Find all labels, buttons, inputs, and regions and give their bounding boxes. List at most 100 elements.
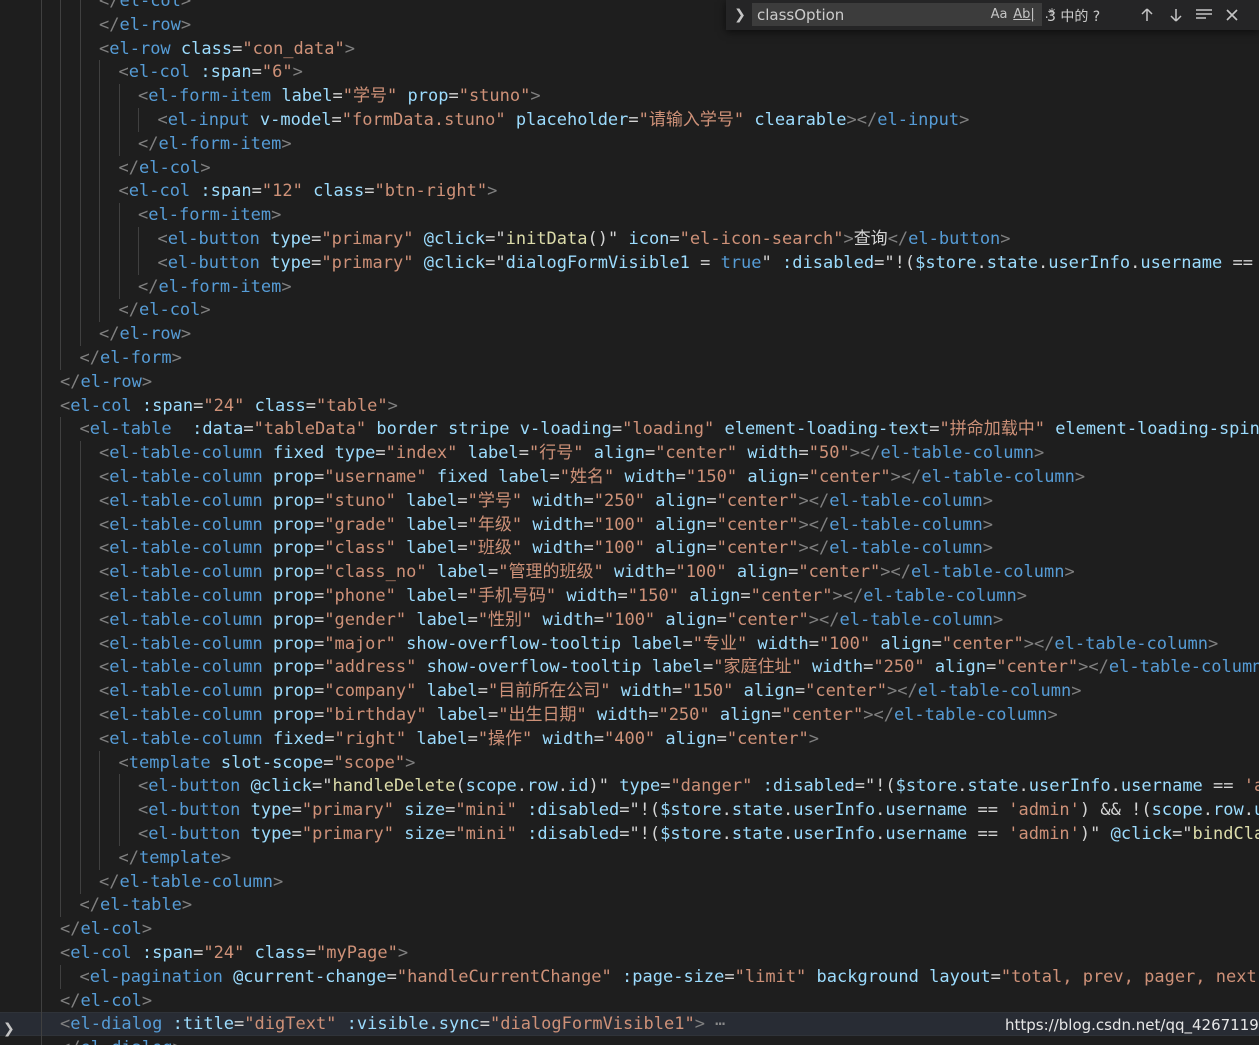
code-line[interactable]: </el-row> [0, 322, 1259, 347]
code-line[interactable]: <el-table-column prop="phone" label="手机号… [0, 584, 1259, 608]
code-token: . [1243, 800, 1254, 821]
indent-guide [138, 250, 139, 275]
whole-word-button[interactable]: Ab| [1013, 6, 1035, 24]
find-in-selection-button[interactable] [1193, 3, 1215, 27]
code-token: < [99, 633, 110, 654]
code-line[interactable]: <el-pagination @current-change="handleCu… [0, 964, 1259, 989]
code-line[interactable]: <el-row class="con_data"> [0, 36, 1259, 61]
code-line[interactable]: </el-dialog> [0, 1036, 1259, 1045]
code-line[interactable]: </el-form-item> [0, 274, 1259, 299]
code-token: label [416, 609, 468, 630]
code-line[interactable]: <el-table-column fixed="right" label="操作… [0, 726, 1259, 751]
code-line[interactable]: <el-table-column prop="gender" label="性别… [0, 607, 1259, 632]
code-token: </ [118, 157, 139, 178]
code-token: ></ [880, 562, 911, 583]
code-line[interactable]: <el-button type="primary" size="mini" :d… [0, 822, 1259, 846]
indent-guide [40, 726, 42, 751]
code-line[interactable]: <el-button type="primary" @click="dialog… [0, 250, 1259, 275]
code-line[interactable]: <el-col :span="12" class="btn-right"> [0, 179, 1259, 204]
code-token: :disabled [527, 824, 620, 844]
match-case-button[interactable]: Aa [989, 6, 1009, 24]
find-input-box: Aa Ab| .* [752, 3, 1055, 26]
code-line[interactable]: <el-table-column prop="address" show-ove… [0, 655, 1259, 680]
code-line[interactable]: <el-button @click="handleDelete(scope.ro… [0, 774, 1259, 799]
code-line[interactable]: <el-table-column prop="grade" label="年级"… [0, 512, 1259, 537]
code-line[interactable]: <el-table-column prop="stuno" label="学号"… [0, 488, 1259, 513]
code-line[interactable]: </el-col> [0, 917, 1259, 942]
code-token: = [311, 229, 322, 249]
code-text: <el-table-column prop="birthday" label="… [99, 703, 1058, 727]
code-line[interactable]: </el-col> [0, 988, 1259, 1013]
toggle-replace-button[interactable]: ❯ [732, 4, 748, 26]
code-line[interactable]: <el-table-column prop="major" show-overf… [0, 631, 1259, 656]
code-line[interactable]: </el-col> [0, 298, 1259, 323]
code-token: )" [1079, 824, 1101, 844]
code-line[interactable]: <el-form-item> [0, 203, 1259, 228]
code-line[interactable]: <el-table-column prop="class_no" label="… [0, 560, 1259, 585]
code-line[interactable]: <el-col :span="6"> [0, 60, 1259, 85]
code-token: "请输入学号" [638, 110, 745, 130]
code-token: = [445, 800, 456, 821]
code-editor[interactable]: </el-col> </el-row> <el-row class="con_dat… [0, 0, 1259, 1045]
code-line[interactable]: <el-col :span="24" class="table"> [0, 393, 1259, 418]
code-token: border [376, 419, 438, 440]
code-token: show-overflow-tooltip [426, 657, 642, 678]
code-token: = [323, 752, 334, 773]
code-token: "table" [316, 395, 388, 416]
code-token: :span [141, 395, 194, 416]
code-token: = [467, 728, 478, 749]
code-line[interactable]: </el-row> [0, 369, 1259, 394]
code-line[interactable]: </el-col> [0, 155, 1259, 180]
code-line[interactable]: <el-col :span="24" class="myPage"> [0, 941, 1259, 965]
code-line[interactable]: <el-table :data="tableData" border strip… [0, 417, 1259, 442]
code-line[interactable]: <el-table-column prop="birthday" label="… [0, 703, 1259, 727]
code-line[interactable]: <el-button type="primary" @click="initDa… [0, 227, 1259, 251]
code-token: width [542, 609, 594, 630]
code-line[interactable]: </el-table-column> [0, 869, 1259, 894]
find-input[interactable] [757, 5, 953, 24]
code-line[interactable]: <el-input v-model="formData.stuno" place… [0, 108, 1259, 132]
code-token: width [532, 490, 584, 511]
code-line[interactable]: <el-table-column prop="class" label="班级"… [0, 536, 1259, 561]
next-match-button[interactable] [1165, 3, 1187, 27]
close-find-button[interactable] [1221, 3, 1243, 27]
code-token: el-col [70, 395, 132, 416]
indent-guide [60, 607, 61, 632]
code-line[interactable]: <el-form-item label="学号" prop="stuno"> [0, 84, 1259, 109]
previous-match-button[interactable] [1136, 3, 1158, 27]
code-line[interactable]: <el-button type="primary" size="mini" :d… [0, 798, 1259, 823]
code-line[interactable]: </template> [0, 845, 1259, 870]
code-line[interactable]: </el-table> [0, 893, 1259, 918]
code-token: @click [250, 776, 313, 797]
indent-guide [138, 108, 139, 132]
code-token: . [1018, 776, 1029, 797]
code-line[interactable]: <template slot-scope="scope"> [0, 750, 1259, 775]
code-line[interactable]: </el-form-item> [0, 131, 1259, 156]
code-line[interactable]: </el-form> [0, 346, 1259, 370]
fold-chevron-icon[interactable]: ❯ [3, 1021, 15, 1037]
indent-guide [60, 12, 61, 37]
indent-guide [79, 60, 81, 85]
code-token: "center" [655, 443, 738, 464]
indent-guide [99, 84, 100, 109]
code-text: </el-row> [99, 13, 191, 37]
code-token: = [488, 562, 499, 583]
code-line[interactable]: <el-table-column prop="username" fixed l… [0, 465, 1259, 489]
code-token: true [720, 252, 762, 273]
code-token: el-table [99, 895, 182, 916]
code-line[interactable]: <el-table-column fixed type="index" labe… [0, 441, 1259, 466]
code-line[interactable]: <el-table-column prop="company" label="目… [0, 679, 1259, 704]
code-token: type [270, 252, 312, 273]
code-token: "center" [750, 586, 833, 606]
